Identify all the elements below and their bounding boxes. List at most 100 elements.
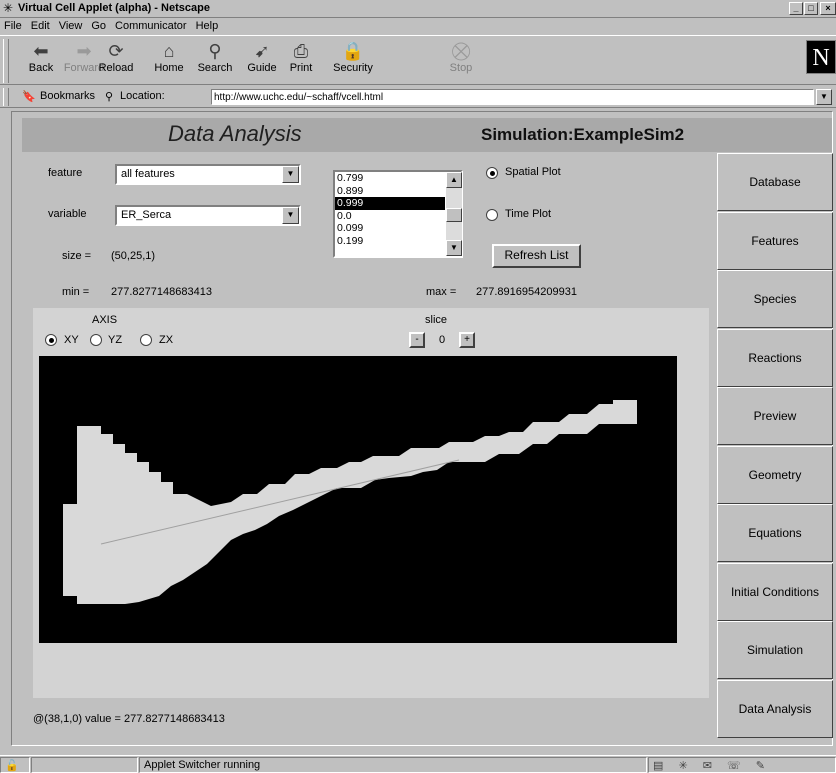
tab-reactions[interactable]: Reactions (717, 328, 833, 387)
maximize-button[interactable]: □ (804, 2, 818, 15)
spatial-plot-canvas[interactable] (39, 356, 677, 643)
home-icon: ⌂ (163, 41, 175, 61)
guide-button[interactable]: ➹ Guide (240, 40, 284, 82)
tab-database[interactable]: Database (717, 153, 833, 211)
netscape-app-icon: ✳ (3, 1, 14, 15)
menu-file[interactable]: File (0, 18, 27, 32)
chevron-down-icon[interactable]: ▼ (282, 207, 299, 224)
time-list-item[interactable]: 0.899 (335, 185, 445, 198)
scroll-down-icon[interactable]: ▼ (446, 240, 462, 256)
security-button[interactable]: 🔒 Security (325, 40, 381, 82)
navigation-toolbar: ⬅ Back ➡ Forward ⟳ Reload ⌂ Home ⚲ Search ➹ Guide ⎙ P… (0, 35, 836, 85)
security-lock-icon: 🔒 (341, 41, 365, 61)
axis-zx-radio[interactable] (140, 334, 152, 346)
menu-help[interactable]: Help (192, 18, 224, 32)
bookmarks-button[interactable]: Bookmarks (40, 90, 95, 102)
guide-icon: ➹ (254, 41, 270, 61)
axis-yz-radio[interactable] (90, 334, 102, 346)
axis-zx-label: ZX (159, 334, 174, 346)
chevron-down-icon[interactable]: ▼ (282, 166, 299, 183)
tab-initial-conditions[interactable]: Initial Conditions (717, 562, 833, 621)
time-plot-radio[interactable] (486, 209, 498, 221)
url-field[interactable]: http://www.uchc.edu/~schaff/vcell.html (211, 89, 814, 105)
search-icon: ⚲ (208, 41, 222, 61)
tab-species[interactable]: Species (717, 270, 833, 328)
component-bar-icons[interactable]: ▤ ✳ ✉ ☏ ✎ (648, 757, 836, 773)
axis-yz-label: YZ (108, 334, 123, 346)
time-list-item[interactable]: 0.199 (335, 235, 445, 248)
scroll-up-icon[interactable]: ▲ (446, 172, 462, 188)
variable-label: variable (48, 208, 87, 220)
slice-increment-button[interactable]: + (459, 332, 475, 348)
stop-label: Stop (449, 62, 473, 74)
time-list-item[interactable]: 0.0 (335, 210, 445, 223)
search-label: Search (197, 62, 233, 74)
time-list-item[interactable]: 0.099 (335, 222, 445, 235)
home-button[interactable]: ⌂ Home (147, 40, 191, 82)
window-title-bar[interactable]: ✳ Virtual Cell Applet (alpha) - Netscape… (0, 0, 836, 18)
toolbar-grip[interactable] (3, 39, 9, 83)
reload-button[interactable]: ⟳ Reload (94, 40, 138, 82)
axis-xy-label: XY (64, 334, 79, 346)
time-list[interactable]: 0.799 0.899 0.999 0.0 0.099 0.199 (333, 170, 463, 258)
status-bar: 🔓 Applet Switcher running ▤ ✳ ✉ ☏ ✎ (0, 755, 836, 773)
home-label: Home (154, 62, 184, 74)
progress-area (31, 757, 138, 773)
stop-button[interactable]: ⛒ Stop (439, 40, 483, 82)
bookmarks-icon[interactable]: 🔖 (22, 90, 36, 103)
cell-region (63, 400, 637, 604)
url-dropdown-button[interactable]: ▼ (816, 89, 832, 105)
refresh-list-button[interactable]: Refresh List (492, 244, 581, 268)
back-button[interactable]: ⬅ Back (19, 40, 63, 82)
simulation-name: Simulation:ExampleSim2 (481, 125, 685, 144)
tab-preview[interactable]: Preview (717, 387, 833, 445)
time-plot-label: Time Plot (505, 208, 552, 220)
location-label: Location: (120, 90, 165, 102)
tab-features[interactable]: Features (717, 211, 833, 270)
max-value: 277.8916954209931 (476, 286, 577, 298)
axis-label: AXIS (92, 314, 118, 326)
applet-header (22, 118, 832, 152)
feature-value: all features (121, 168, 175, 180)
time-list-item[interactable]: 0.999 (335, 197, 445, 210)
tab-data-analysis[interactable]: Data Analysis (717, 679, 833, 738)
axis-xy-radio[interactable] (45, 334, 57, 346)
value-readout: @(38,1,0) value = 277.8277148683413 (33, 713, 225, 725)
stop-icon: ⛒ (451, 41, 471, 61)
print-label: Print (289, 62, 313, 74)
minimize-button[interactable]: _ (789, 2, 803, 15)
slice-decrement-button[interactable]: - (409, 332, 425, 348)
tab-geometry[interactable]: Geometry (717, 445, 833, 504)
min-label: min = (62, 286, 90, 298)
location-icon: ⚲ (105, 91, 114, 103)
size-value: (50,25,1) (111, 250, 156, 262)
scroll-thumb[interactable] (446, 208, 462, 222)
time-list-scrollbar[interactable]: ▲ ▼ (446, 172, 462, 256)
spatial-plot-radio[interactable] (486, 167, 498, 179)
reload-icon: ⟳ (108, 41, 124, 61)
size-label: size = (62, 250, 92, 262)
variable-select[interactable]: ER_Serca ▼ (115, 205, 301, 226)
security-status-icon[interactable]: 🔓 (0, 757, 30, 773)
variable-value: ER_Serca (121, 209, 172, 221)
print-button[interactable]: ⎙ Print (279, 40, 323, 82)
tab-simulation[interactable]: Simulation (717, 621, 833, 679)
menu-view[interactable]: View (55, 18, 88, 32)
close-button[interactable]: × (820, 2, 836, 15)
netscape-logo[interactable]: N (806, 40, 836, 74)
reload-label: Reload (98, 62, 134, 74)
tab-equations[interactable]: Equations (717, 504, 833, 562)
location-grip[interactable] (3, 88, 9, 106)
menu-bar: File Edit View Go Communicator Help (0, 18, 836, 34)
menu-communicator[interactable]: Communicator (111, 18, 192, 32)
time-list-item[interactable]: 0.799 (335, 172, 445, 185)
menu-go[interactable]: Go (87, 18, 111, 32)
search-button[interactable]: ⚲ Search (193, 40, 237, 82)
window-title: Virtual Cell Applet (alpha) - Netscape (18, 2, 210, 14)
max-label: max = (426, 286, 457, 298)
security-label: Security (333, 62, 373, 74)
feature-select[interactable]: all features ▼ (115, 164, 301, 185)
menu-edit[interactable]: Edit (27, 18, 55, 32)
min-value: 277.8277148683413 (111, 286, 212, 298)
back-label: Back (28, 62, 54, 74)
